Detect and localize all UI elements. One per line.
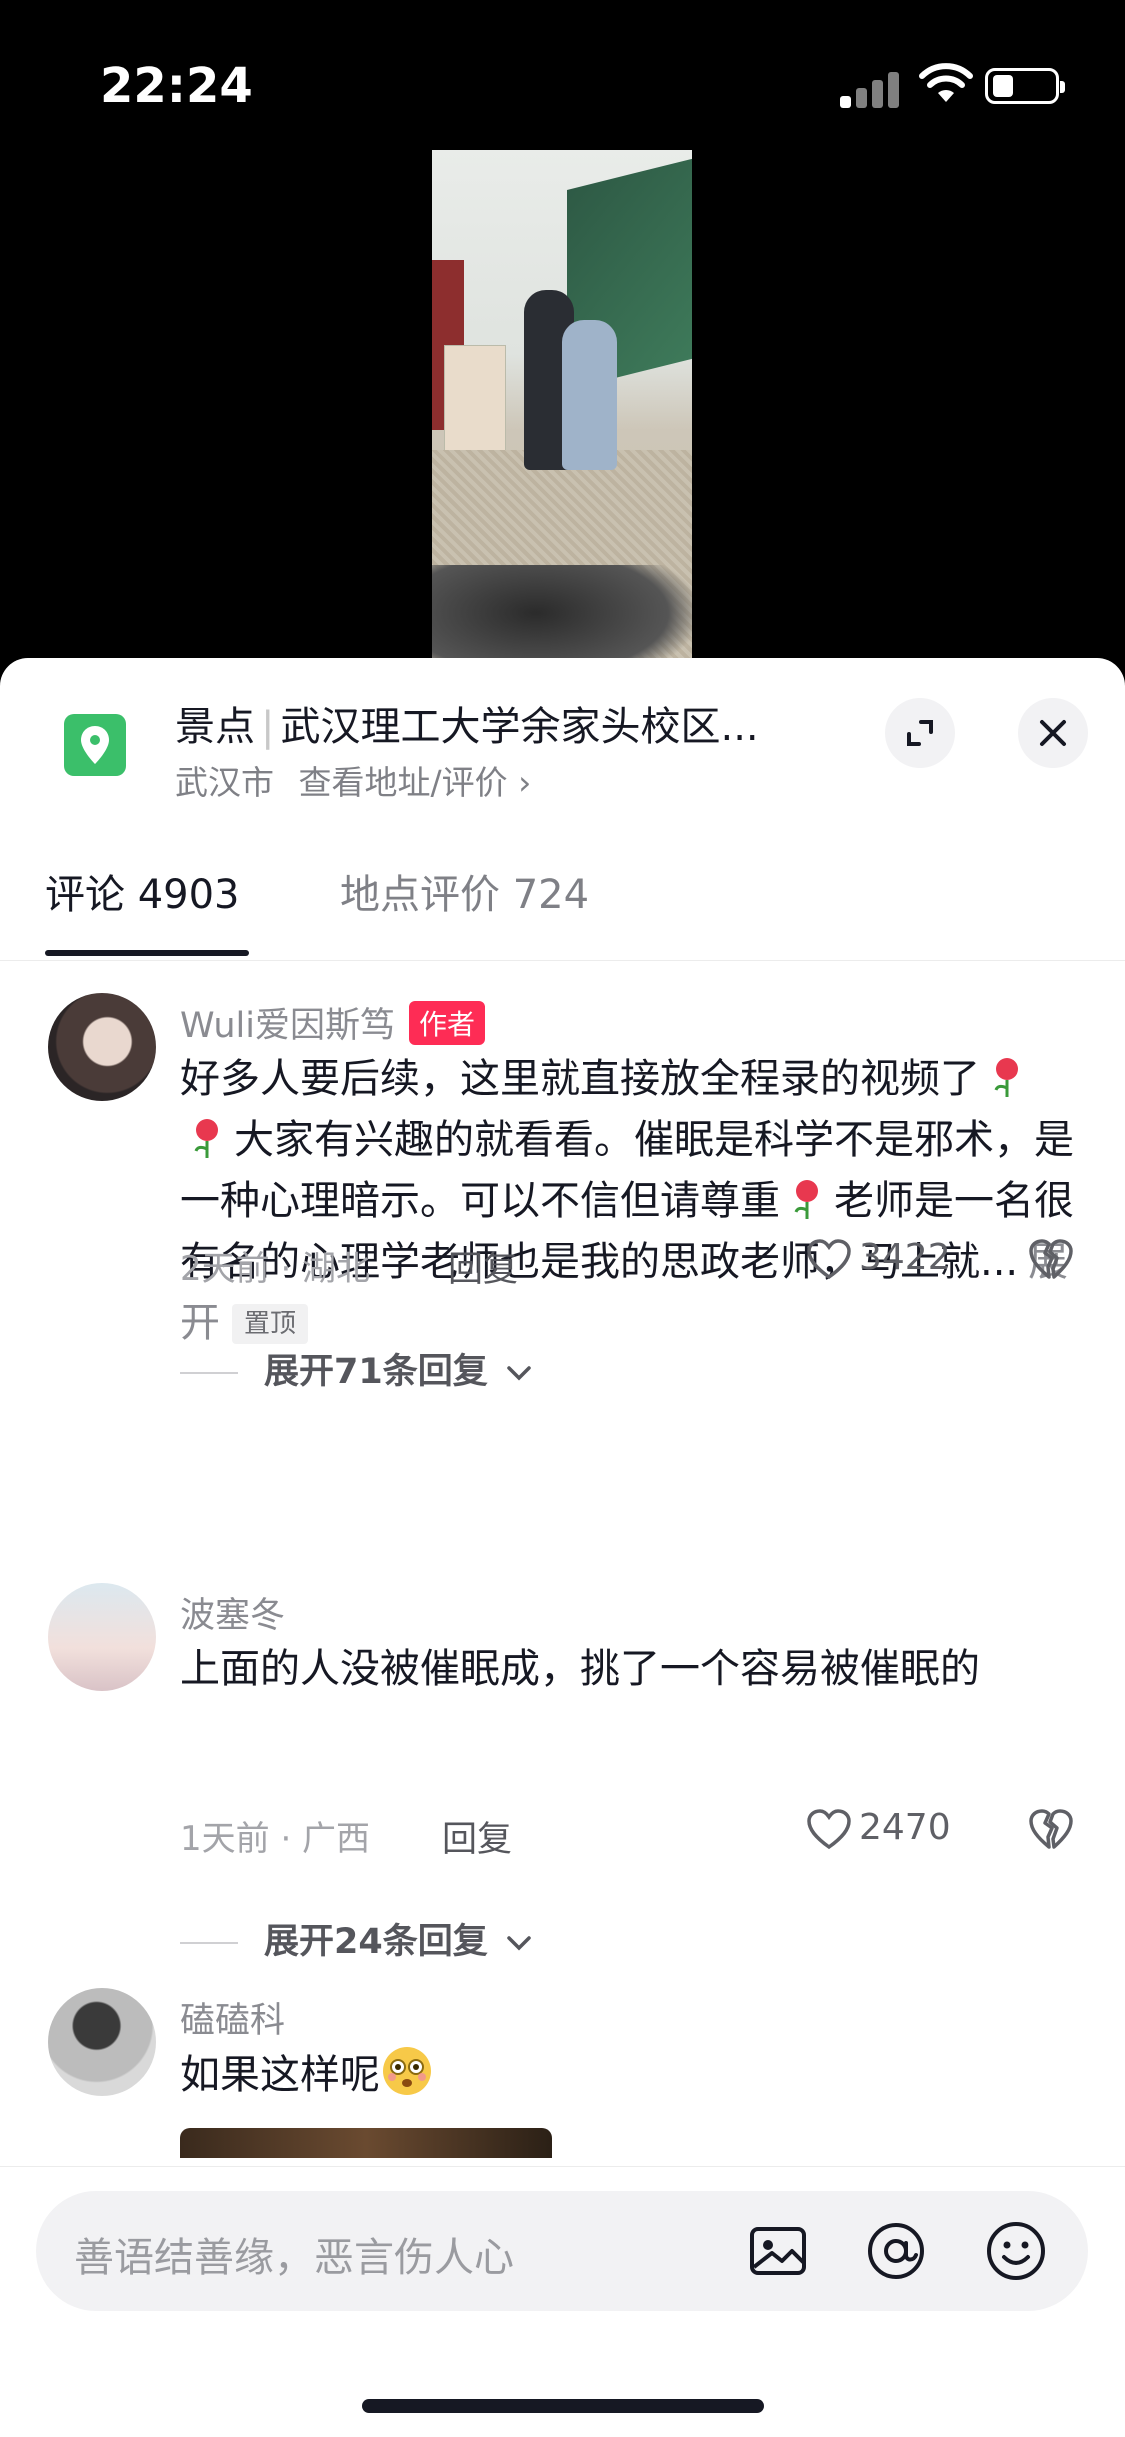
like-button[interactable]: 3422 [805, 1237, 951, 1281]
location-city: 武汉市 [175, 763, 274, 802]
chevron-down-icon [507, 1366, 531, 1381]
close-icon [1040, 720, 1066, 746]
comment-username[interactable]: 波塞冬 [180, 1587, 285, 1638]
location-category: 景点 [175, 704, 255, 750]
expand-icon [907, 720, 933, 746]
reply-button[interactable]: 回复 [448, 1241, 518, 1292]
like-count: 2470 [859, 1807, 951, 1848]
expand-replies-label: 展开24条回复 [264, 1922, 488, 1962]
location-subtitle: 武汉市 查看地址/评价 › [175, 756, 531, 804]
avatar[interactable] [48, 993, 156, 1101]
avatar[interactable] [48, 1988, 156, 2096]
chevron-down-icon [507, 1936, 531, 1951]
reply-button[interactable]: 回复 [442, 1811, 512, 1862]
battery-icon [985, 68, 1065, 104]
comment-text-part: 好多人要后续，这里就直接放全程录的视频了 [180, 1056, 980, 1102]
expand-replies-label: 展开71条回复 [264, 1352, 488, 1392]
comment-text[interactable]: 如果这样呢 [180, 2044, 1080, 2106]
dislike-button[interactable] [1027, 1237, 1075, 1285]
tab-comments[interactable]: 评论 4903 [45, 862, 240, 920]
heart-icon [807, 1239, 851, 1280]
heart-icon [807, 1809, 851, 1850]
username-text: Wuli爱因斯笃 [180, 1006, 395, 1046]
expand-replies-button[interactable]: 展开71条回复 [180, 1343, 534, 1394]
comment-username[interactable]: 磕磕科 [180, 1992, 285, 2043]
wifi-icon [919, 63, 973, 102]
like-button[interactable]: 2470 [805, 1807, 951, 1851]
comment-text-part: 如果这样呢 [180, 2052, 380, 2098]
rose-icon [194, 1119, 218, 1158]
rose-icon [794, 1180, 818, 1219]
comment-meta: 2天前 · 湖北 [180, 1249, 371, 1289]
flushed-face-icon [383, 2047, 431, 2095]
location-title[interactable]: 景点 | 武汉理工大学余家头校区... [175, 694, 759, 752]
tab-bar: 评论 4903 地点评价 724 [0, 848, 1125, 961]
map-pin-icon [64, 714, 126, 776]
signal-icon [840, 68, 900, 108]
active-tab-indicator [45, 950, 249, 956]
comment-meta: 1天前 · 广西 [180, 1819, 371, 1859]
comment-input[interactable]: 善语结善缘，恶言伤人心 [36, 2191, 1088, 2311]
title-divider: | [261, 704, 275, 750]
close-button[interactable] [1018, 698, 1088, 768]
comment-text[interactable]: 上面的人没被催眠成，挑了一个容易被催眠的 [180, 1639, 1080, 1700]
divider-line [180, 1372, 238, 1374]
location-name: 武汉理工大学余家头校区... [280, 704, 759, 750]
at-icon[interactable] [864, 2219, 928, 2283]
comment-text[interactable]: 好多人要后续，这里就直接放全程录的视频了大家有兴趣的就看看。催眠是科学不是邪术，… [180, 1049, 1080, 1354]
comment-image[interactable] [180, 2128, 552, 2158]
status-time: 22:24 [100, 58, 253, 114]
author-badge: 作者 [409, 1001, 486, 1045]
home-indicator [362, 2399, 764, 2413]
comment-input-bar: 善语结善缘，恶言伤人心 [0, 2166, 1125, 2437]
avatar[interactable] [48, 1583, 156, 1691]
broken-heart-icon [1029, 1809, 1073, 1849]
comment-input-placeholder: 善语结善缘，恶言伤人心 [74, 2235, 514, 2281]
status-bar: 22:24 [0, 0, 1125, 150]
video-thumbnail[interactable] [432, 150, 692, 660]
expand-button[interactable] [885, 698, 955, 768]
dislike-button[interactable] [1027, 1807, 1075, 1855]
divider-line [180, 1942, 238, 1944]
like-count: 3422 [859, 1237, 951, 1278]
broken-heart-icon [1029, 1239, 1073, 1279]
rose-icon [994, 1058, 1018, 1097]
view-address-link[interactable]: 查看地址/评价 › [299, 763, 532, 802]
tab-location-reviews[interactable]: 地点评价 724 [340, 862, 589, 920]
expand-replies-button[interactable]: 展开24条回复 [180, 1913, 534, 1964]
image-icon[interactable] [746, 2219, 810, 2283]
comment-username[interactable]: Wuli爱因斯笃 作者 [180, 997, 486, 1048]
pinned-badge: 置顶 [232, 1304, 309, 1344]
smile-icon[interactable] [984, 2219, 1048, 2283]
